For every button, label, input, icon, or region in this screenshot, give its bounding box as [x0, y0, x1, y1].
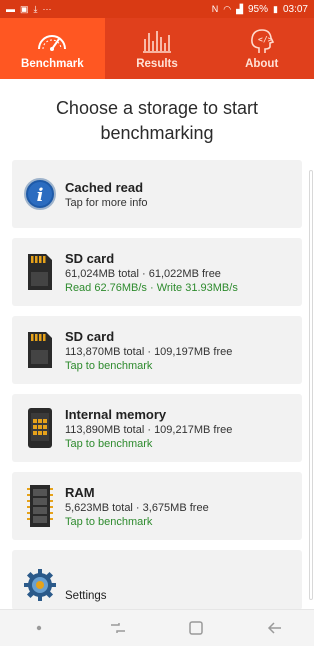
- battery-icon: ▮: [273, 3, 278, 14]
- head-code-icon: </>: [250, 29, 274, 53]
- tab-about-label: About: [245, 58, 279, 70]
- settings-item[interactable]: Settings: [12, 550, 302, 610]
- message-icon: ▬: [6, 3, 15, 14]
- settings-label: Settings: [65, 590, 107, 602]
- speedometer-icon: [38, 35, 67, 51]
- tab-results[interactable]: Results: [105, 18, 210, 79]
- home-icon: [189, 621, 203, 635]
- status-bar: ▬ ▣ ⤓ ··· N ◠ ▟ 95% ▮ 03:07: [0, 0, 314, 18]
- dot-icon: [37, 625, 42, 631]
- svg-text:</>: </>: [258, 35, 273, 44]
- item-title: SD card: [65, 250, 115, 266]
- item-status: Tap to benchmark: [65, 359, 153, 372]
- home-button[interactable]: [176, 613, 216, 643]
- page-heading: Choose a storage to start benchmarking: [55, 98, 259, 143]
- nav-dot-button[interactable]: [19, 613, 59, 643]
- item-subtitle: 113,890MB total · 109,217MB free: [65, 423, 233, 436]
- notification-icons: ▬ ▣ ⤓ ···: [6, 3, 52, 14]
- recent-apps-icon: [110, 623, 125, 633]
- list-item-ram[interactable]: RAM 5,623MB total · 3,675MB free Tap to …: [12, 472, 302, 540]
- back-button[interactable]: [255, 613, 295, 643]
- system-icons: N ◠ ▟ 95% ▮ 03:07: [212, 4, 308, 15]
- item-subtitle: 61,024MB total · 61,022MB free: [65, 267, 221, 280]
- list-item-sd-card-1[interactable]: SD card 61,024MB total · 61,022MB free R…: [12, 238, 302, 306]
- gear-icon: [22, 568, 58, 602]
- tab-results-label: Results: [136, 58, 178, 70]
- ram-icon: [22, 484, 58, 528]
- wifi-icon: ◠: [223, 3, 232, 14]
- clock: 03:07: [282, 3, 308, 15]
- svg-text:i: i: [37, 185, 44, 206]
- more-notifications-icon: ···: [42, 3, 52, 14]
- item-title: SD card: [65, 328, 115, 344]
- image-icon: ▣: [20, 3, 29, 14]
- download-icon: ⤓: [33, 3, 38, 14]
- list-item-sd-card-2[interactable]: SD card 113,870MB total · 109,197MB free…: [12, 316, 302, 384]
- tab-benchmark-label: Benchmark: [21, 58, 84, 70]
- item-status: Tap to benchmark: [65, 515, 153, 528]
- nfc-icon: N: [211, 3, 219, 14]
- sd-card-icon: [22, 250, 58, 294]
- list-item-cached-read[interactable]: i Cached read Tap for more info: [12, 160, 302, 228]
- scroll-indicator: [309, 170, 313, 600]
- item-title: Internal memory: [65, 406, 167, 422]
- tab-benchmark[interactable]: Benchmark: [0, 18, 105, 79]
- item-subtitle: Tap for more info: [65, 196, 148, 209]
- system-nav-bar: [0, 609, 314, 646]
- item-title: RAM: [65, 484, 95, 500]
- recent-apps-button[interactable]: [98, 613, 138, 643]
- tab-bar: Benchmark Results </> About: [0, 18, 314, 79]
- storage-list: i Cached read Tap for more info SD card …: [12, 160, 302, 610]
- item-title: Cached read: [65, 179, 144, 195]
- item-status: Tap to benchmark: [65, 437, 153, 450]
- battery-percent: 95%: [248, 3, 269, 15]
- list-item-internal-memory[interactable]: Internal memory 113,890MB total · 109,21…: [12, 394, 302, 462]
- bar-chart-icon: [143, 31, 171, 53]
- item-subtitle: 113,870MB total · 109,197MB free: [65, 345, 233, 358]
- info-icon: i: [22, 172, 58, 216]
- phone-memory-icon: [22, 406, 58, 450]
- item-status: Read 62.76MB/s · Write 31.93MB/s: [65, 281, 238, 294]
- sd-card-icon: [22, 328, 58, 372]
- tab-about[interactable]: </> About: [209, 18, 314, 79]
- back-arrow-icon: [267, 622, 281, 634]
- item-subtitle: 5,623MB total · 3,675MB free: [65, 501, 209, 514]
- signal-icon: ▟: [236, 3, 243, 14]
